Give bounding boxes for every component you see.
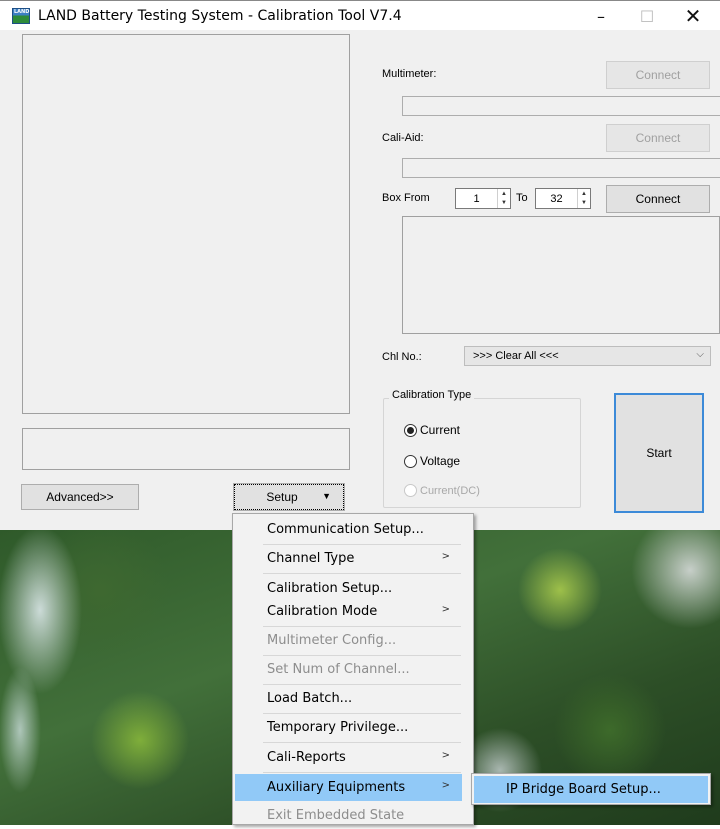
chevron-down-icon: ▼ [322,491,331,501]
box-from-value: 1 [473,192,480,205]
menu-separator [263,573,461,574]
chevron-down-icon: ⌵ [696,349,704,360]
box-to-spinner[interactable]: 32 ▲ ▼ [535,188,591,209]
menu-item-multimeter-config: Multimeter Config... [235,627,462,654]
start-button[interactable]: Start [614,393,704,513]
radio-checked-icon [404,423,417,437]
box-to-value: 32 [550,192,563,205]
chl-no-select[interactable]: >>> Clear All <<< ⌵ [464,346,711,366]
radio-current-label: Current [420,423,461,437]
to-label: To [516,192,528,204]
radio-voltage-label: Voltage [420,454,461,468]
menu-item-label: Communication Setup... [267,522,424,537]
chl-no-value: >>> Clear All <<< [473,350,559,362]
menu-item-channel-type[interactable]: Channel Type > [235,545,462,572]
menu-item-label: Load Batch... [267,691,353,706]
title-bar[interactable]: LAND LAND Battery Testing System - Calib… [0,0,720,30]
cali-aid-field [402,158,720,178]
menu-item-ip-bridge-board-setup[interactable]: IP Bridge Board Setup... [474,776,708,803]
advanced-button[interactable]: Advanced>> [21,484,139,510]
box-connect-button[interactable]: Connect [606,185,710,213]
multimeter-connect-button: Connect [606,61,710,89]
auxiliary-submenu: IP Bridge Board Setup... [471,773,711,805]
app-icon: LAND [12,7,30,24]
chl-no-label: Chl No.: [382,351,422,363]
menu-item-auxiliary-equipments[interactable]: Auxiliary Equipments > [235,774,462,801]
menu-separator [263,772,461,773]
menu-separator [263,742,461,743]
spinner-arrows-icon[interactable]: ▲ ▼ [577,189,590,208]
radio-current-dc-label: Current(DC) [420,484,480,497]
cali-aid-label: Cali-Aid: [382,132,424,144]
radio-unchecked-icon [404,484,417,497]
minimize-button[interactable]: – [578,1,624,31]
status-panel [22,428,350,470]
setup-button[interactable]: Setup ▼ [233,483,345,511]
log-panel [22,34,350,414]
close-button[interactable]: ✕ [670,1,716,31]
menu-item-load-batch[interactable]: Load Batch... [235,685,462,712]
menu-item-label: Channel Type [267,551,355,566]
menu-item-label: Exit Embedded State [267,808,405,823]
radio-unchecked-icon [404,454,417,468]
menu-item-communication-setup[interactable]: Communication Setup... [235,516,462,543]
menu-item-label: Set Num of Channel... [267,662,410,677]
submenu-arrow-icon: > [441,750,450,761]
menu-item-temporary-privilege[interactable]: Temporary Privilege... [235,714,462,741]
box-from-spinner[interactable]: 1 ▲ ▼ [455,188,511,209]
calibration-type-title: Calibration Type [389,389,475,401]
window-title: LAND Battery Testing System - Calibratio… [38,7,402,24]
menu-item-set-num-of-channel: Set Num of Channel... [235,656,462,683]
menu-item-cali-reports[interactable]: Cali-Reports > [235,744,462,771]
cali-aid-connect-button: Connect [606,124,710,152]
menu-item-label: Cali-Reports [267,750,346,765]
radio-voltage[interactable]: Voltage [404,454,460,468]
setup-button-label: Setup [266,490,298,504]
menu-item-label: Calibration Mode [267,604,378,619]
box-from-label: Box From [382,192,430,204]
maximize-button: ☐ [639,6,655,26]
setup-menu: Communication Setup... Channel Type > Ca… [232,513,474,825]
menu-item-label: Multimeter Config... [267,633,397,648]
multimeter-label: Multimeter: [382,68,437,80]
radio-current-dc: Current(DC) [404,484,480,497]
multimeter-field [402,96,720,116]
submenu-arrow-icon: > [441,604,450,615]
menu-item-label: IP Bridge Board Setup... [506,782,661,797]
submenu-arrow-icon: > [441,780,450,791]
box-list-panel [402,216,720,334]
menu-item-calibration-setup[interactable]: Calibration Setup... [235,576,462,600]
menu-item-label: Auxiliary Equipments [267,780,406,795]
submenu-arrow-icon: > [441,551,450,562]
radio-current[interactable]: Current [404,423,460,437]
main-dialog: Advanced>> Setup ▼ Multimeter: Connect C… [0,30,720,530]
menu-item-calibration-mode[interactable]: Calibration Mode > [235,598,462,625]
spinner-arrows-icon[interactable]: ▲ ▼ [497,189,510,208]
menu-item-label: Calibration Setup... [267,580,393,596]
menu-item-label: Temporary Privilege... [267,720,409,735]
